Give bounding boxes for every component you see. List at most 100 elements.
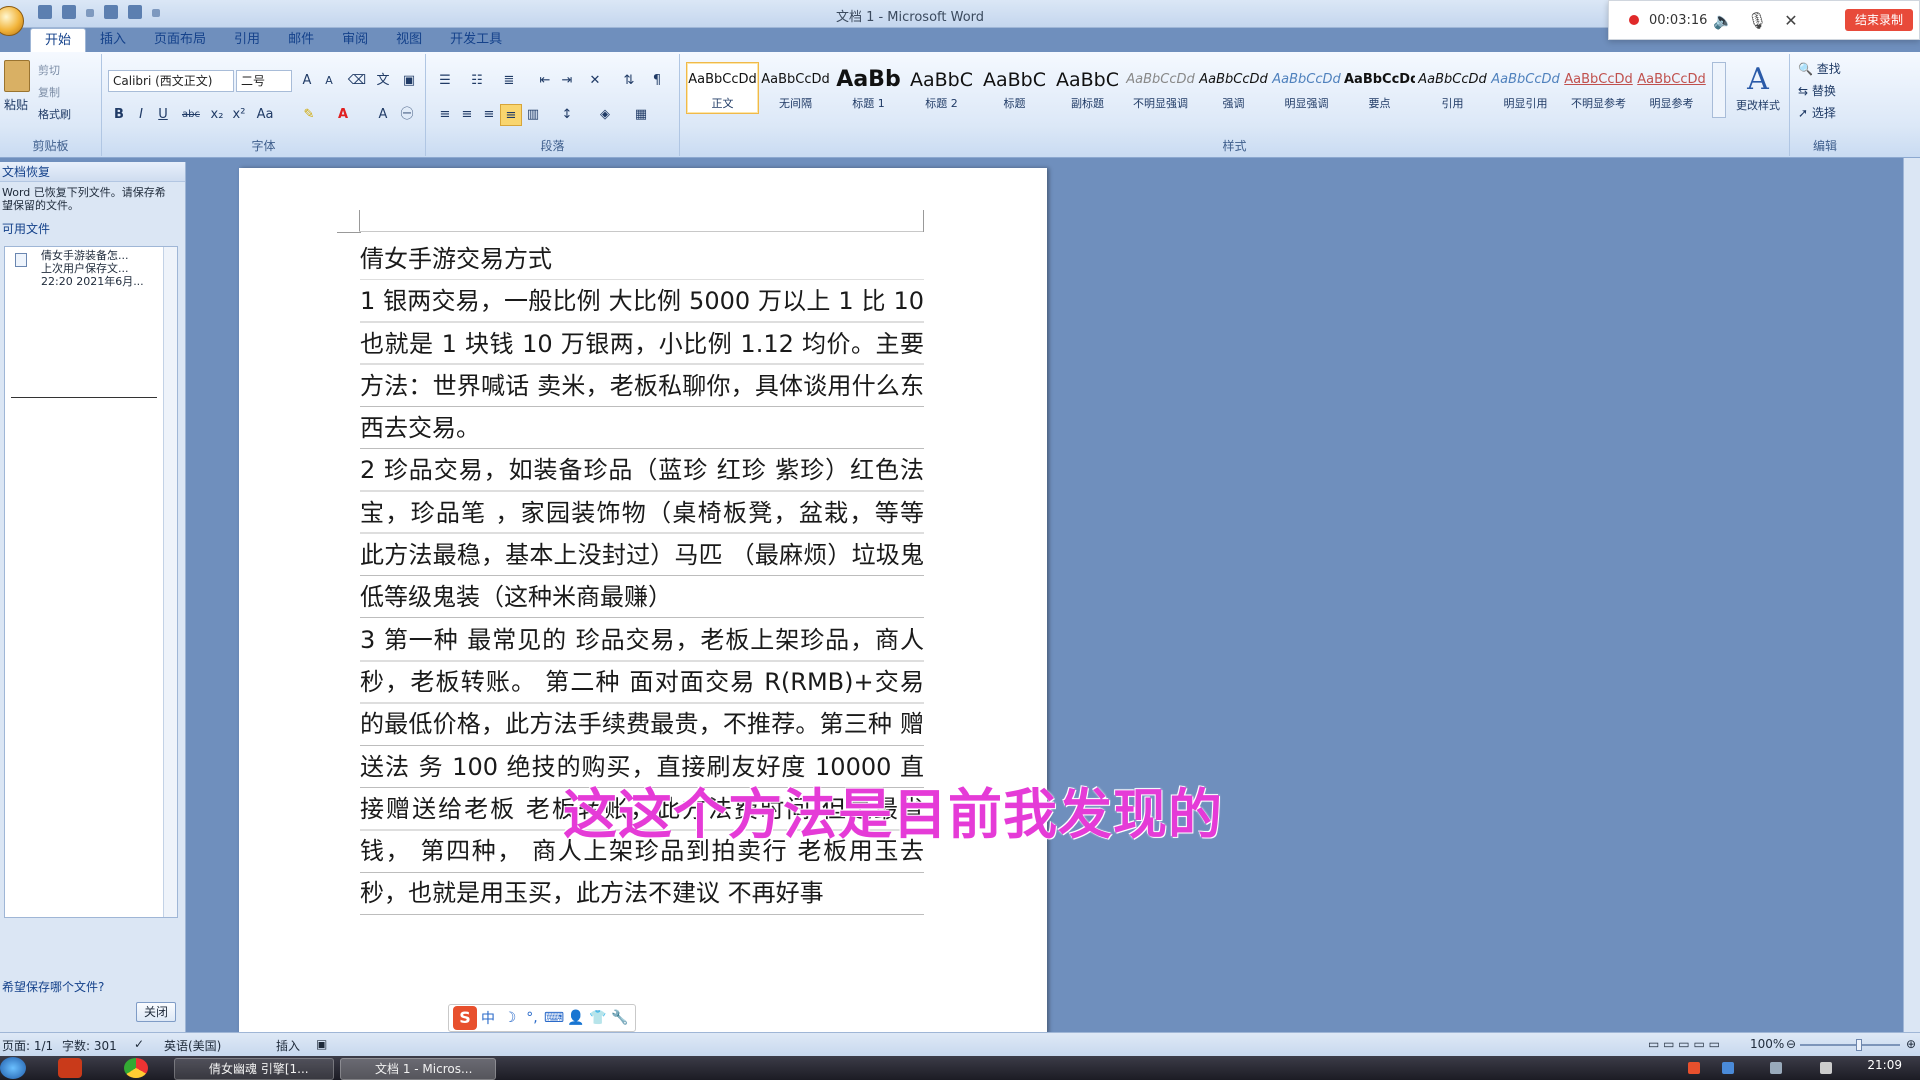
cut-button[interactable]: 剪切 bbox=[38, 62, 60, 78]
skin-icon[interactable]: 👕 bbox=[587, 1010, 609, 1026]
replace-button[interactable]: ⇆ 替换 bbox=[1798, 82, 1836, 99]
stop-recording-button[interactable]: 结束录制 bbox=[1844, 9, 1913, 31]
taskbar-item-game[interactable]: 倩女幽魂 引擎[1... bbox=[174, 1058, 334, 1080]
line-spacing-icon[interactable]: ↕ bbox=[556, 104, 578, 126]
speaker-icon[interactable]: 🔈 bbox=[1709, 11, 1737, 30]
style-intense-quote[interactable]: AaBbCcDd 明显引用 bbox=[1489, 62, 1562, 114]
font-color-icon[interactable]: A bbox=[332, 104, 354, 126]
subscript-icon[interactable]: x₂ bbox=[206, 104, 228, 126]
page-count[interactable]: 页面: 1/1 bbox=[2, 1037, 53, 1054]
insert-mode[interactable]: 插入 bbox=[276, 1037, 300, 1054]
grow-font-icon[interactable]: A bbox=[296, 70, 318, 92]
clear-format-icon[interactable]: ⌫ bbox=[346, 70, 368, 92]
style-gallery-scroll[interactable] bbox=[1712, 62, 1726, 118]
user-icon[interactable]: 👤 bbox=[565, 1010, 587, 1026]
enclose-char-icon[interactable]: ㊀ bbox=[396, 104, 418, 126]
close-icon[interactable]: ✕ bbox=[1777, 11, 1805, 30]
style-intense-reference[interactable]: AaBbCcDd 明显参考 bbox=[1635, 62, 1708, 114]
select-button[interactable]: ➚ 选择 bbox=[1798, 104, 1836, 121]
strikethrough-icon[interactable]: abc bbox=[180, 104, 202, 126]
tab-mailings[interactable]: 邮件 bbox=[274, 28, 328, 52]
keyboard-icon[interactable]: ⌨ bbox=[543, 1010, 565, 1026]
font-size-select[interactable]: 二号 bbox=[236, 70, 292, 92]
char-shading-icon[interactable]: A bbox=[372, 104, 394, 126]
numbering-icon[interactable]: ☷ bbox=[466, 70, 488, 92]
microphone-icon[interactable]: 🎙 bbox=[1743, 11, 1771, 30]
style-quote[interactable]: AaBbCcDd 引用 bbox=[1416, 62, 1489, 114]
font-name-select[interactable]: Calibri (西文正文) bbox=[108, 70, 234, 92]
style-normal[interactable]: AaBbCcDd 正文 bbox=[686, 62, 759, 114]
chinese-layout-icon[interactable]: ✕ bbox=[584, 70, 606, 92]
shrink-font-icon[interactable]: A bbox=[318, 70, 340, 92]
tab-review[interactable]: 审阅 bbox=[328, 28, 382, 52]
macro-record-icon[interactable]: ▣ bbox=[316, 1037, 327, 1051]
chrome-icon[interactable] bbox=[124, 1058, 148, 1078]
copy-button[interactable]: 复制 bbox=[38, 84, 60, 100]
distributed-icon[interactable]: ▥ bbox=[522, 104, 544, 126]
tab-insert[interactable]: 插入 bbox=[86, 28, 140, 52]
tools-icon[interactable]: 🔧 bbox=[609, 1010, 631, 1026]
office-button[interactable] bbox=[0, 6, 24, 36]
zoom-slider[interactable] bbox=[1800, 1044, 1900, 1046]
italic-icon[interactable]: I bbox=[130, 104, 152, 126]
volume-tray-icon[interactable] bbox=[1770, 1062, 1782, 1074]
vertical-scrollbar[interactable] bbox=[1903, 158, 1920, 1040]
style-strong[interactable]: AaBbCcDd 要点 bbox=[1343, 62, 1416, 114]
style-subtle-emphasis[interactable]: AaBbCcDd 不明显强调 bbox=[1124, 62, 1197, 114]
sort-icon[interactable]: ⇅ bbox=[618, 70, 640, 92]
change-case-icon[interactable]: Aa bbox=[254, 104, 276, 126]
superscript-icon[interactable]: x² bbox=[228, 104, 250, 126]
show-marks-icon[interactable]: ¶ bbox=[646, 70, 668, 92]
tab-developer[interactable]: 开发工具 bbox=[436, 28, 516, 52]
recovery-list-scrollbar[interactable] bbox=[163, 247, 177, 917]
justify-icon[interactable]: ≡ bbox=[500, 104, 522, 126]
tab-references[interactable]: 引用 bbox=[220, 28, 274, 52]
format-painter-button[interactable]: 格式刷 bbox=[38, 106, 71, 122]
bullets-icon[interactable]: ☰ bbox=[434, 70, 456, 92]
tab-home[interactable]: 开始 bbox=[30, 28, 87, 52]
paste-button[interactable]: 粘贴 bbox=[4, 60, 30, 112]
char-border-icon[interactable]: ▣ bbox=[398, 70, 420, 92]
half-width-icon[interactable]: ☽ bbox=[499, 1010, 521, 1026]
phonetic-icon[interactable]: 文 bbox=[372, 70, 394, 92]
view-buttons[interactable]: ▭ ▭ ▭ ▭ ▭ bbox=[1648, 1037, 1720, 1051]
sogou-logo-icon[interactable]: S bbox=[453, 1006, 477, 1030]
underline-icon[interactable]: U bbox=[152, 104, 174, 126]
close-recovery-button[interactable]: 关闭 bbox=[136, 1002, 176, 1022]
proofing-icon[interactable]: ✓ bbox=[134, 1037, 144, 1051]
zoom-level[interactable]: 100% bbox=[1750, 1037, 1784, 1051]
style-intense-emphasis[interactable]: AaBbCcDd 明显强调 bbox=[1270, 62, 1343, 114]
word-count[interactable]: 字数: 301 bbox=[62, 1037, 117, 1054]
style-heading-2[interactable]: AaBbC 标题 2 bbox=[905, 62, 978, 114]
shading-icon[interactable]: ◈ bbox=[594, 104, 616, 126]
style-subtitle[interactable]: AaBbC 副标题 bbox=[1051, 62, 1124, 114]
highlight-icon[interactable]: ✎ bbox=[298, 104, 320, 126]
network-tray-icon[interactable] bbox=[1722, 1062, 1734, 1074]
find-button[interactable]: 🔍 查找 bbox=[1798, 60, 1841, 77]
start-button[interactable] bbox=[0, 1057, 26, 1079]
document-page[interactable]: 倩女手游交易方式 1 银两交易，一般比例 大比例 5000 万以上 1 比 10… bbox=[239, 168, 1047, 1040]
action-center-icon[interactable] bbox=[1820, 1062, 1832, 1074]
change-styles-button[interactable]: A 更改样式 bbox=[1732, 62, 1784, 113]
increase-indent-icon[interactable]: ⇥ bbox=[556, 70, 578, 92]
zoom-out-icon[interactable]: ⊖ bbox=[1786, 1037, 1796, 1051]
which-file-help-link[interactable]: 希望保存哪个文件? bbox=[2, 978, 104, 995]
ime-mode[interactable]: 中 bbox=[477, 1008, 499, 1028]
recovered-file-item[interactable]: 倩女手游装备怎... 上次用户保存文... 22:20 2021年6月... bbox=[41, 249, 144, 288]
tab-page-layout[interactable]: 页面布局 bbox=[140, 28, 220, 52]
zoom-slider-handle[interactable] bbox=[1856, 1039, 1862, 1051]
game-launcher-icon[interactable] bbox=[58, 1058, 82, 1078]
align-center-icon[interactable]: ≡ bbox=[456, 104, 478, 126]
bold-icon[interactable]: B bbox=[108, 104, 130, 126]
decrease-indent-icon[interactable]: ⇤ bbox=[534, 70, 556, 92]
tab-view[interactable]: 视图 bbox=[382, 28, 436, 52]
language-indicator[interactable]: 英语(美国) bbox=[164, 1037, 221, 1054]
align-right-icon[interactable]: ≡ bbox=[478, 104, 500, 126]
borders-icon[interactable]: ▦ bbox=[630, 104, 652, 126]
multilevel-list-icon[interactable]: ≣ bbox=[498, 70, 520, 92]
style-title[interactable]: AaBbC 标题 bbox=[978, 62, 1051, 114]
style-no-spacing[interactable]: AaBbCcDd 无间隔 bbox=[759, 62, 832, 114]
taskbar-item-word[interactable]: 文档 1 - Micros... bbox=[340, 1058, 496, 1080]
punctuation-icon[interactable]: °, bbox=[521, 1010, 543, 1026]
zoom-in-icon[interactable]: ⊕ bbox=[1906, 1037, 1916, 1051]
